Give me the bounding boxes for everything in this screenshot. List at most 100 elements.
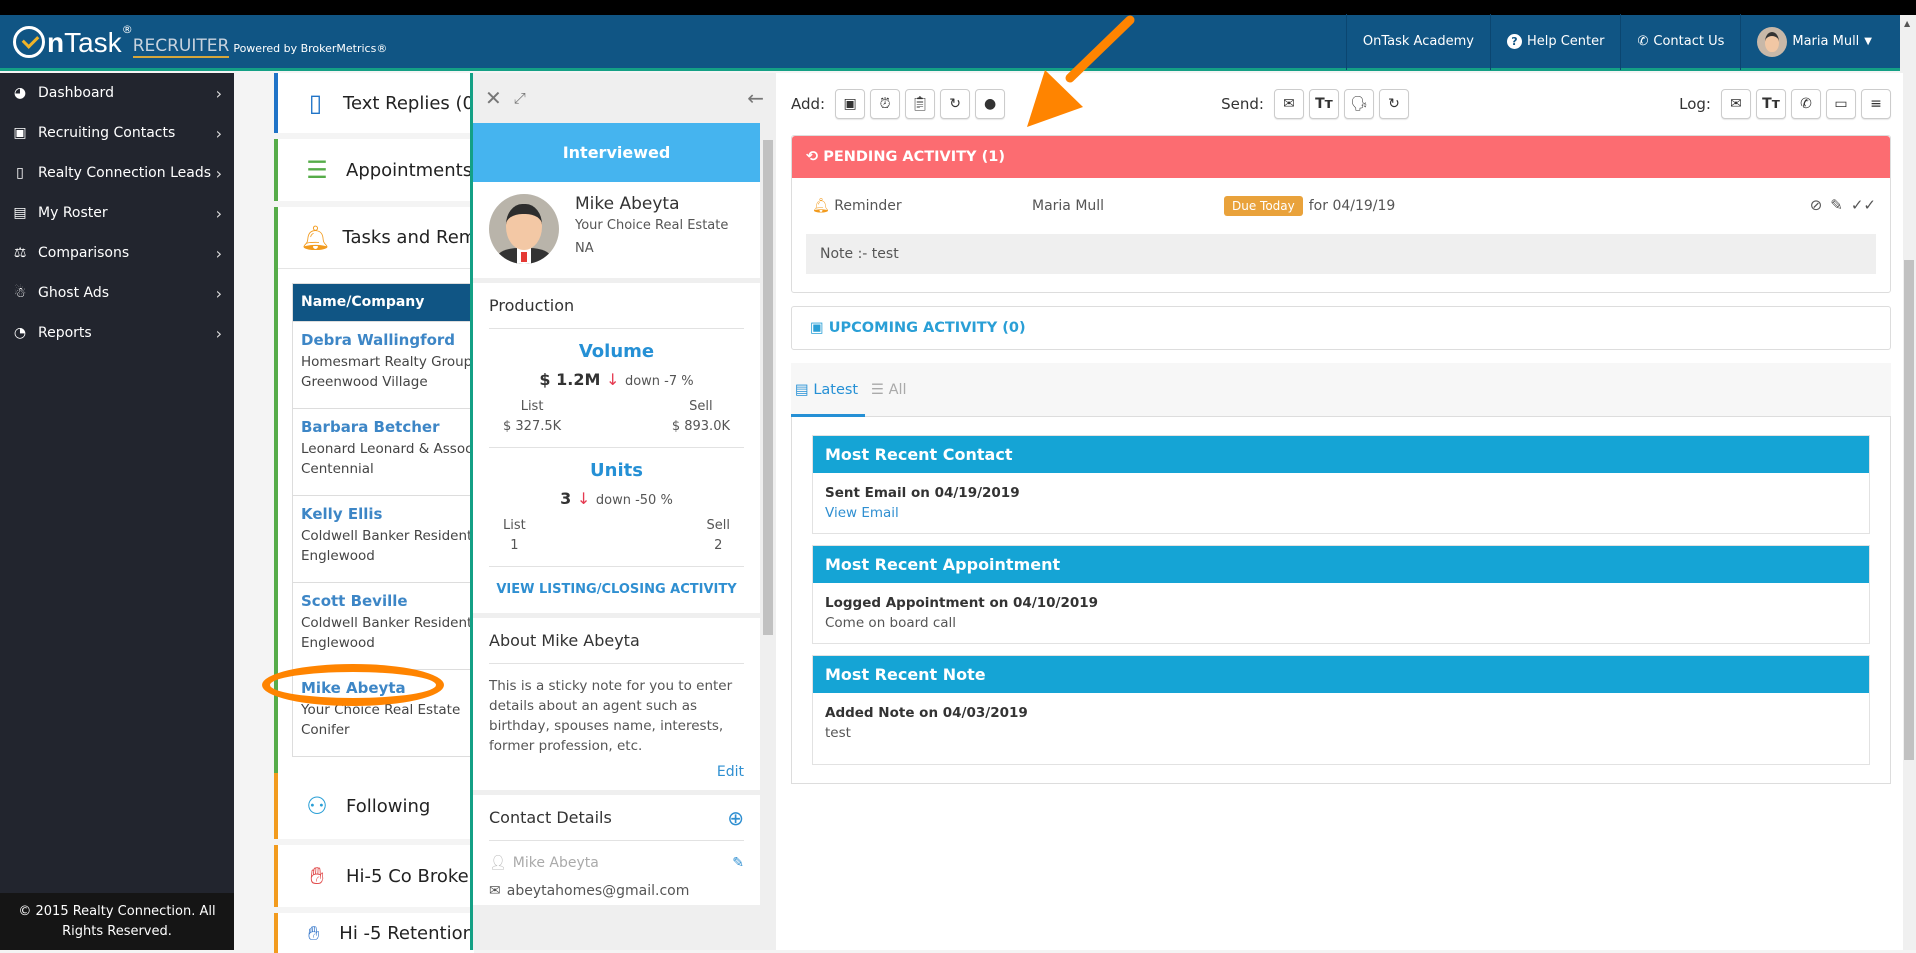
due-today-badge: Due Today <box>1224 196 1303 216</box>
widget-hi5-co-broke[interactable]: ✋︎ Hi-5 Co Broke <box>274 845 474 907</box>
pending-activity-row: 🔔︎ Reminder Maria Mull Due Today for 04/… <box>812 196 1876 216</box>
most-recent-note: Most Recent Note Added Note on 04/03/201… <box>812 655 1870 765</box>
widget-following[interactable]: ⚇ Following <box>274 773 474 839</box>
double-check-icon[interactable]: ✓✓ <box>1851 196 1876 214</box>
view-email-link[interactable]: View Email <box>825 505 899 521</box>
table-row[interactable]: Barbara Betcher Leonard Leonard & Assoc Ce… <box>293 408 473 495</box>
table-row[interactable]: Debra Wallingford Homesmart Realty Group G… <box>293 321 473 408</box>
log-text-button[interactable]: Tт <box>1756 89 1786 119</box>
down-arrow-icon: ↓ <box>576 489 591 508</box>
sidebar-item-comparisons[interactable]: ⚖ Comparisons › <box>0 233 234 273</box>
table-row[interactable]: Scott Beville Coldwell Banker Resident Eng… <box>293 582 473 669</box>
envelope-icon: ✉ <box>489 883 501 899</box>
add-circle-icon[interactable]: ⊕ <box>727 795 744 841</box>
activity-tabs: ▤ Latest ☰ All <box>791 363 1891 417</box>
chevron-right-icon: › <box>215 243 222 263</box>
scroll-up-icon[interactable]: ▲ <box>1904 19 1910 28</box>
log-note-button[interactable]: ≡ <box>1861 89 1891 119</box>
pending-activity-header[interactable]: ⟲ PENDING ACTIVITY (1) <box>792 136 1890 178</box>
question-circle-icon: ? <box>1506 34 1522 49</box>
sidebar: ◕ Dashboard › ▣ Recruiting Contacts › ▯ Realt… <box>0 73 234 950</box>
expand-icon[interactable]: ⤢ <box>514 89 526 107</box>
down-arrow-icon: ↓ <box>605 370 620 389</box>
table-row[interactable]: Kelly Ellis Coldwell Banker Resident Engle… <box>293 495 473 582</box>
view-listing-closing-link[interactable]: VIEW LISTING/CLOSING ACTIVITY <box>489 567 744 613</box>
hide-icon[interactable]: ⊘ <box>1810 196 1823 214</box>
sidebar-item-dashboard[interactable]: ◕ Dashboard › <box>0 73 234 113</box>
pencil-icon[interactable]: ✎ <box>732 855 744 871</box>
sidebar-item-recruiting-contacts[interactable]: ▣ Recruiting Contacts › <box>0 113 234 153</box>
volume-metric: Volume $ 1.2M ↓ down -7 % List $ 327.5K S… <box>489 329 744 448</box>
sidebar-footer: © 2015 Realty Connection. All Rights Res… <box>0 893 234 950</box>
pending-note: Note :- test <box>806 234 1876 274</box>
sidebar-item-ghost-ads[interactable]: ☃ Ghost Ads › <box>0 273 234 313</box>
widget-appointments[interactable]: ☰ Appointments <box>274 139 474 201</box>
nav-contact-us[interactable]: ✆ Contact Us <box>1620 13 1740 70</box>
phone-icon: ✆ <box>1637 34 1649 49</box>
most-recent-contact: Most Recent Contact Sent Email on 04/19/… <box>812 435 1870 534</box>
send-retry-button[interactable]: ↻ <box>1378 89 1409 119</box>
send-text-button[interactable]: Tт <box>1308 89 1339 119</box>
bullet-list-icon: ☰ <box>871 382 884 398</box>
sidebar-item-my-roster[interactable]: ▤ My Roster › <box>0 193 234 233</box>
tab-all[interactable]: ☰ All <box>871 363 907 417</box>
send-voice-button[interactable]: 🗣︎ <box>1343 89 1374 119</box>
powered-by: Powered by BrokerMetrics® <box>233 41 388 55</box>
widget-text-replies[interactable]: ▯ Text Replies (0 <box>274 73 474 133</box>
hand-retention-icon: ✋︎ <box>307 921 320 945</box>
action-toolbar: Add: ▣ ⏰︎ 📋︎ ↻ ● Send: ✉ Tт 🗣︎ ↻ Log: ✉ … <box>791 87 1891 121</box>
activity-main: Add: ▣ ⏰︎ 📋︎ ↻ ● Send: ✉ Tт 🗣︎ ↻ Log: ✉ … <box>779 73 1903 950</box>
hand-icon: ✋︎ <box>310 862 324 890</box>
log-calendar-button[interactable]: ▭ <box>1826 89 1856 119</box>
add-clipboard-button[interactable]: 📋︎ <box>905 89 936 119</box>
chevron-right-icon: › <box>215 83 222 103</box>
contact-name: Mike Abeyta <box>575 194 680 214</box>
profile-sidebar: ✕ ⤢ ← Interviewed Mike Abeyta Your Choic… <box>473 73 776 950</box>
person-icon: 👤︎ <box>489 855 507 871</box>
widget-tasks-reminders: 🔔︎ Tasks and Rem Name/Company Debra Wall… <box>274 207 476 807</box>
contact-avatar <box>489 194 559 264</box>
add-record-button[interactable]: ● <box>975 89 1006 119</box>
column-header-name-company: Name/Company <box>293 284 473 321</box>
chevron-right-icon: › <box>215 203 222 223</box>
sidebar-item-reports[interactable]: ◔ Reports › <box>0 313 234 353</box>
back-arrow-icon[interactable]: ← <box>747 86 764 110</box>
annotation-ellipse <box>262 664 444 706</box>
chevron-right-icon: › <box>215 283 222 303</box>
page-scrollbar-thumb[interactable] <box>1904 260 1914 760</box>
close-icon[interactable]: ✕ <box>485 86 502 110</box>
production-title: Production <box>489 283 744 329</box>
profile-scrollbar[interactable] <box>760 123 776 950</box>
user-menu[interactable]: Maria Mull ▼ <box>1740 13 1900 70</box>
ontask-logo[interactable]: nTask ® RECRUITER Powered by BrokerMetri… <box>13 23 388 58</box>
widget-hi5-retention[interactable]: ✋︎ Hi -5 Retention <box>274 913 474 953</box>
add-retry-button[interactable]: ↻ <box>940 89 971 119</box>
contact-location: NA <box>575 241 594 256</box>
upcoming-activity-panel[interactable]: ▣ UPCOMING ACTIVITY (0) <box>791 306 1891 350</box>
status-badge[interactable]: Interviewed <box>473 123 760 182</box>
dashboard-widgets: ▯ Text Replies (0 ☰ Appointments 🔔︎ Task… <box>274 73 476 953</box>
contact-card-icon: ▣ <box>13 125 27 141</box>
edit-about-link[interactable]: Edit <box>489 756 744 790</box>
about-text: This is a sticky note for you to enter d… <box>489 678 733 754</box>
send-email-button[interactable]: ✉ <box>1273 89 1304 119</box>
tab-latest[interactable]: ▤ Latest <box>791 363 865 417</box>
nav-help-center[interactable]: ? Help Center <box>1489 13 1621 70</box>
app-header: nTask ® RECRUITER Powered by BrokerMetri… <box>0 13 1900 71</box>
seesaw-icon: ⚖ <box>13 245 27 261</box>
add-calendar-button[interactable]: ▣ <box>835 89 866 119</box>
chevron-right-icon: › <box>215 323 222 343</box>
checklist-icon: ☰ <box>306 156 328 184</box>
add-alarm-button[interactable]: ⏰︎ <box>870 89 901 119</box>
latest-panel: Most Recent Contact Sent Email on 04/19/… <box>791 417 1891 784</box>
log-call-button[interactable]: ✆ <box>1791 89 1821 119</box>
log-email-button[interactable]: ✉ <box>1721 89 1751 119</box>
bell-icon: 🔔︎ <box>300 223 331 252</box>
nav-ontask-academy[interactable]: OnTask Academy <box>1345 13 1490 70</box>
door-icon: ▯ <box>16 165 24 181</box>
pencil-icon[interactable]: ✎ <box>1830 196 1843 214</box>
sidebar-item-realty-connection-leads[interactable]: ▯ Realty Connection Leads › <box>0 153 234 193</box>
about-title: About Mike Abeyta <box>489 618 744 664</box>
contact-details-title: Contact Details <box>489 807 612 827</box>
profile-scrollbar-thumb[interactable] <box>763 140 773 635</box>
